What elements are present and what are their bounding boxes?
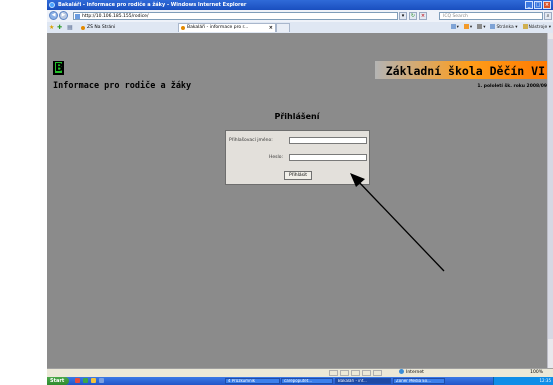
zoom-level[interactable]: 100% (530, 369, 543, 377)
back-icon[interactable]: ◀ (49, 11, 58, 20)
add-favorite-icon[interactable]: ✚ (57, 24, 62, 31)
page-menu-icon (490, 24, 496, 29)
taskbar-button-active[interactable]: Bakaláři - inf... (335, 378, 391, 384)
print-icon (477, 24, 483, 29)
forward-icon[interactable]: ▶ (59, 11, 68, 20)
taskbar-button[interactable]: 4 Průzkumník (225, 378, 280, 384)
search-input[interactable]: ICQ Search (439, 12, 543, 20)
status-segment (351, 370, 360, 376)
scrollbar-thumb[interactable] (548, 39, 553, 339)
page-menu-button[interactable]: Stránka ▾ (490, 24, 518, 31)
new-tab-button[interactable] (276, 23, 290, 32)
window-controls: _ □ × (525, 1, 551, 9)
status-segment (362, 370, 371, 376)
title-bar: Bakaláři - informace pro rodiče a žáky -… (47, 0, 553, 10)
taskbar: Start 4 Průzkumník carepoputet... Bakalá… (47, 377, 553, 385)
stop-icon[interactable]: × (419, 12, 427, 20)
command-bar: ▾ ▾ ▾ Stránka ▾ Nástroje ▾ (450, 24, 551, 31)
status-segment (329, 370, 338, 376)
home-icon (450, 24, 456, 29)
arrow-shaft (356, 179, 445, 272)
favorites-star-icon[interactable]: ★ (49, 24, 54, 31)
page-icon (75, 14, 80, 19)
home-button[interactable]: ▾ (450, 24, 459, 31)
tools-menu-label: Nástroje (528, 25, 548, 30)
close-icon[interactable]: × (543, 1, 551, 9)
tab-bakalari[interactable]: Bakaláři - informace pro r... × (178, 23, 276, 32)
tools-icon (522, 24, 528, 29)
search-icon[interactable]: ⌕ (544, 12, 552, 20)
security-zone: Internet (399, 369, 424, 377)
ie-logo-icon (49, 2, 55, 8)
ie-window: Bakaláři - informace pro rodiče a žáky -… (47, 0, 553, 385)
tab-site-icon (181, 26, 185, 30)
page-menu-label: Stránka (496, 25, 514, 30)
maximize-icon[interactable]: □ (534, 1, 542, 9)
vertical-scrollbar[interactable] (547, 33, 553, 368)
feeds-button[interactable]: ▾ (463, 24, 472, 31)
page-content: B Informace pro rodiče a žáky Základní š… (47, 33, 547, 368)
quicklaunch-icon[interactable] (75, 378, 80, 383)
window-title: Bakaláři - informace pro rodiče a žáky -… (58, 2, 247, 8)
taskbar-button[interactable]: carepoputet... (281, 378, 333, 384)
print-button[interactable]: ▾ (477, 24, 485, 31)
favorite-link[interactable]: ZŠ Na Stráni (78, 23, 168, 32)
address-url: http://10.106.185.155/rodice/ (82, 14, 149, 19)
address-dropdown-icon[interactable]: ▾ (399, 12, 407, 20)
start-button[interactable]: Start (47, 377, 69, 385)
quicklaunch-icon[interactable] (99, 378, 104, 383)
quick-tabs-icon[interactable]: ▦ (67, 24, 73, 31)
system-tray: 12:35 (493, 377, 553, 385)
status-segment (340, 370, 349, 376)
minimize-icon[interactable]: _ (525, 1, 533, 9)
clock: 12:35 (539, 378, 551, 383)
zone-label: Internet (406, 370, 424, 375)
refresh-icon[interactable]: ↻ (409, 12, 417, 20)
tools-menu-button[interactable]: Nástroje ▾ (522, 24, 551, 31)
tab-label: Bakaláři - informace pro r... (187, 25, 249, 30)
quicklaunch-icon[interactable] (83, 378, 88, 383)
status-segment (373, 370, 382, 376)
arrow-head (350, 173, 365, 187)
globe-icon (399, 369, 404, 374)
feeds-icon (463, 24, 469, 29)
favorite-label: ZŠ Na Stráni (87, 25, 116, 30)
address-input[interactable]: http://10.106.185.155/rodice/ (73, 12, 398, 20)
quicklaunch-icon[interactable] (91, 378, 96, 383)
taskbar-button[interactable]: Zoner Media Ex... (393, 378, 445, 384)
favorite-site-icon (81, 26, 85, 30)
annotation-arrow (350, 173, 445, 272)
tab-close-icon[interactable]: × (269, 24, 273, 32)
